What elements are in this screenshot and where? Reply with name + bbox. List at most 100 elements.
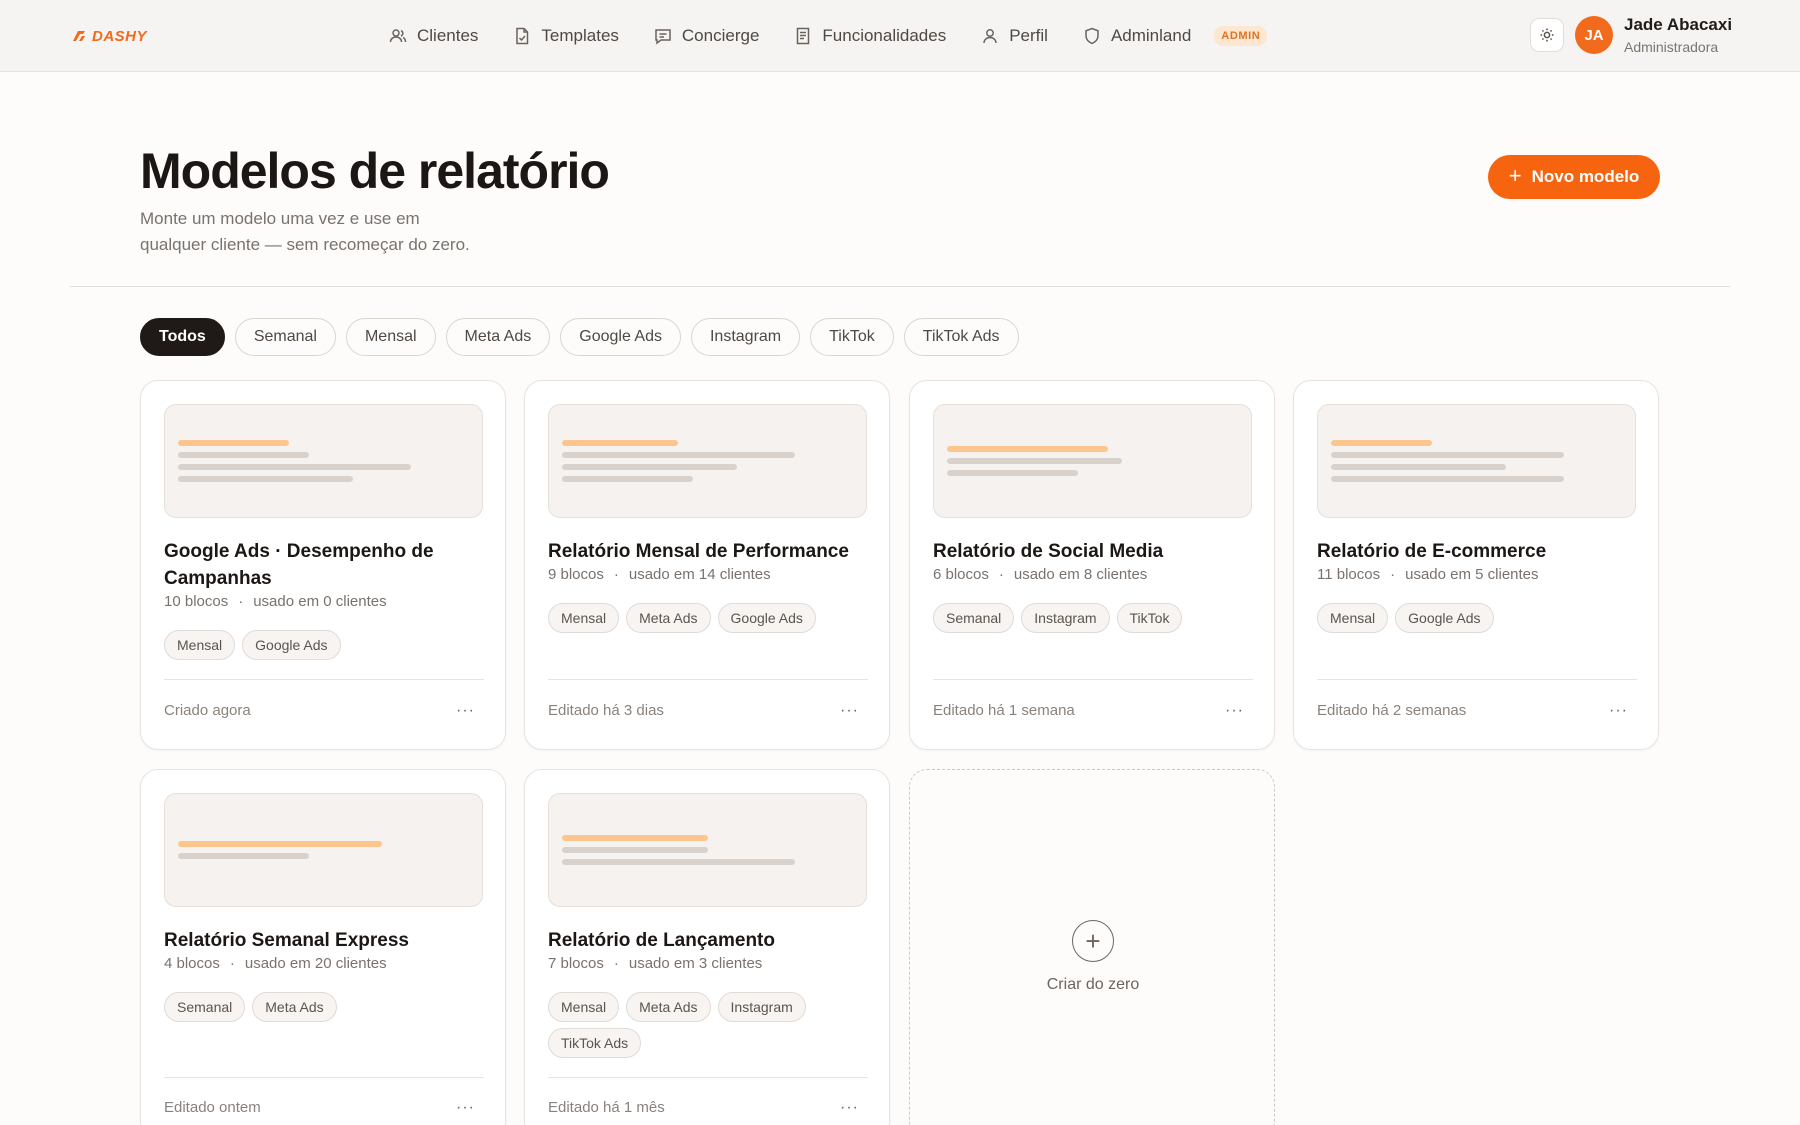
- filter-chips: Todos Semanal Mensal Meta Ads Google Ads…: [140, 318, 1019, 356]
- tag: Instagram: [1021, 603, 1110, 633]
- card-divider: [548, 1077, 868, 1078]
- card-divider: [1317, 679, 1637, 680]
- tag: Mensal: [548, 603, 620, 633]
- nav-item-adminland[interactable]: Adminland ADMIN: [1082, 26, 1268, 46]
- template-title: Relatório de Lançamento: [548, 930, 775, 951]
- user-avatar[interactable]: JA: [1575, 16, 1613, 54]
- plus-circle-icon: +: [1072, 920, 1114, 962]
- theme-toggle-button[interactable]: [1530, 18, 1564, 52]
- template-meta: 6 blocos · usado em 8 clientes: [933, 566, 1148, 583]
- more-options-icon[interactable]: ···: [456, 703, 475, 719]
- more-options-icon[interactable]: ···: [1609, 703, 1628, 719]
- filter-chip-tiktok[interactable]: TikTok: [810, 318, 894, 356]
- nav-item-funcionalidades[interactable]: Funcionalidades: [793, 26, 946, 46]
- card-divider: [548, 679, 868, 680]
- nav-item-clientes[interactable]: Clientes: [388, 26, 478, 46]
- more-options-icon[interactable]: ···: [840, 703, 859, 719]
- page-subtitle: Monte um modelo uma vez e use em qualque…: [140, 209, 470, 254]
- template-tags: Semanal Meta Ads: [164, 992, 484, 1022]
- new-template-label: Novo modelo: [1531, 167, 1640, 186]
- tag: Semanal: [933, 603, 1015, 633]
- template-tags: Mensal Google Ads: [1317, 603, 1637, 633]
- filter-chip-todos[interactable]: Todos: [140, 318, 225, 356]
- filter-chip-meta-ads[interactable]: Meta Ads: [445, 318, 551, 356]
- user-icon: [983, 29, 997, 44]
- template-preview: [548, 404, 867, 518]
- template-meta: 9 blocos · usado em 14 clientes: [548, 566, 771, 583]
- nav-item-concierge[interactable]: Concierge: [653, 26, 760, 46]
- filter-chip-instagram[interactable]: Instagram: [690, 318, 801, 356]
- nav-item-templates[interactable]: Templates: [512, 26, 619, 46]
- filter-chip-mensal[interactable]: Mensal: [345, 318, 436, 356]
- template-card[interactable]: Relatório de Social Media 6 blocos · usado…: [909, 380, 1275, 750]
- page-title: Modelos de relatório: [140, 143, 610, 199]
- create-from-scratch-label: Criar do zero: [1046, 976, 1140, 993]
- template-title: Relatório de Social Media: [933, 541, 1164, 562]
- template-preview: [1317, 404, 1636, 518]
- tag: Mensal: [548, 992, 620, 1022]
- template-title: Relatório Semanal Express: [164, 930, 409, 951]
- tag: Instagram: [717, 992, 806, 1022]
- template-tags: Semanal Instagram TikTok: [933, 603, 1253, 633]
- card-divider: [164, 1077, 484, 1078]
- file-check-icon: [516, 27, 529, 45]
- template-preview: [548, 793, 867, 907]
- create-from-scratch-card[interactable]: + Criar do zero: [909, 769, 1275, 1125]
- shield-icon: [1085, 27, 1099, 45]
- tag: Google Ads: [717, 603, 816, 633]
- top-navigation-bar: DASHY Clientes Templates Concierge Funci…: [0, 0, 1800, 72]
- nav-label: Concierge: [681, 26, 760, 45]
- template-card[interactable]: Relatório de Lançamento 7 blocos · usado e…: [524, 769, 890, 1125]
- header-divider: [70, 286, 1730, 287]
- more-options-icon[interactable]: ···: [840, 1100, 859, 1116]
- brand-name: DASHY: [92, 27, 148, 45]
- brand-mark-icon: [73, 31, 85, 41]
- nav-item-perfil[interactable]: Perfil: [980, 26, 1048, 46]
- nav-label: Adminland: [1110, 26, 1192, 45]
- chat-icon: [655, 29, 671, 45]
- card-divider: [933, 679, 1253, 680]
- template-preview: [164, 793, 483, 907]
- template-meta: 11 blocos · usado em 5 clientes: [1317, 566, 1539, 583]
- nav-label: Perfil: [1009, 26, 1048, 45]
- template-tags: Mensal Meta Ads Instagram TikTok Ads: [548, 992, 868, 1058]
- template-card[interactable]: Google Ads · Desempenho de Campanhas 10 …: [140, 380, 506, 750]
- tag: Mensal: [1317, 603, 1389, 633]
- template-updated: Editado há 2 semanas: [1317, 702, 1467, 719]
- tag: Meta Ads: [252, 992, 337, 1022]
- user-name[interactable]: Jade Abacaxi: [1624, 15, 1732, 35]
- tag: Google Ads: [242, 630, 341, 660]
- nav-label: Funcionalidades: [822, 26, 947, 45]
- template-updated: Editado ontem: [164, 1099, 261, 1116]
- template-card[interactable]: Relatório de E-commerce 11 blocos · usado …: [1293, 380, 1659, 750]
- new-template-button[interactable]: + Novo modelo: [1488, 155, 1660, 199]
- template-title: Relatório de E-commerce: [1317, 541, 1547, 562]
- tag: TikTok: [1116, 603, 1183, 633]
- filter-chip-google-ads[interactable]: Google Ads: [560, 318, 681, 356]
- admin-badge: ADMIN: [1214, 26, 1268, 46]
- plus-icon: +: [1508, 163, 1522, 188]
- template-card[interactable]: Relatório Semanal Express 4 blocos · usado…: [140, 769, 506, 1125]
- template-card[interactable]: Relatório Mensal de Performance 9 blocos…: [524, 380, 890, 750]
- template-preview: [164, 404, 483, 518]
- more-options-icon[interactable]: ···: [456, 1100, 475, 1116]
- template-updated: Editado há 1 semana: [933, 702, 1075, 719]
- brand-logo[interactable]: DASHY: [69, 26, 147, 46]
- template-tags: Mensal Meta Ads Google Ads: [548, 603, 868, 633]
- nav-label: Clientes: [417, 26, 479, 45]
- template-title: Relatório Mensal de Performance: [548, 541, 849, 562]
- tag: Mensal: [164, 630, 236, 660]
- filter-chip-tiktok-ads[interactable]: TikTok Ads: [903, 318, 1019, 356]
- template-meta: 4 blocos · usado em 20 clientes: [164, 955, 387, 972]
- template-meta: 7 blocos · usado em 3 clientes: [548, 955, 763, 972]
- filter-chip-semanal[interactable]: Semanal: [234, 318, 336, 356]
- template-tags: Mensal Google Ads: [164, 630, 484, 660]
- sun-icon: [1540, 28, 1554, 42]
- tag: Semanal: [164, 992, 246, 1022]
- more-options-icon[interactable]: ···: [1225, 703, 1244, 719]
- template-updated: Criado agora: [164, 702, 251, 719]
- template-preview: [933, 404, 1252, 518]
- tag: Meta Ads: [626, 603, 711, 633]
- main-nav: Clientes Templates Concierge Funcionalid…: [388, 22, 1268, 50]
- card-divider: [164, 679, 484, 680]
